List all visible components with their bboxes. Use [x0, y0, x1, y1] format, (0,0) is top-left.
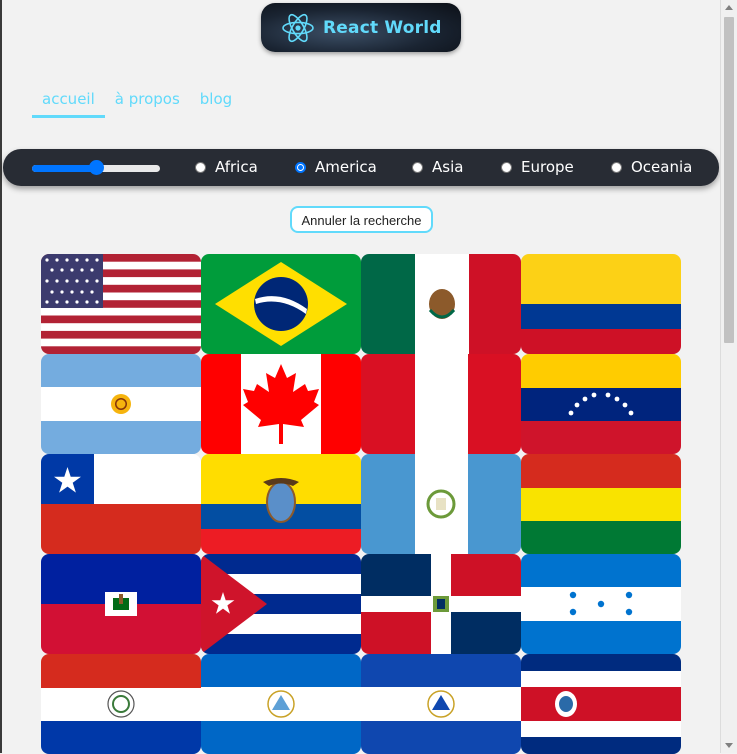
flag-honduras-icon: [521, 554, 681, 654]
flag-chile-icon: [41, 454, 201, 554]
flag-card-guatemala[interactable]: [361, 454, 521, 554]
nav-link-blog[interactable]: blog: [190, 90, 242, 118]
region-label: Asia: [432, 158, 464, 176]
population-slider-thumb[interactable]: [89, 160, 104, 175]
flag-cuba-icon: [201, 554, 361, 654]
flag-card-chile[interactable]: [41, 454, 201, 554]
flag-card-cuba[interactable]: [201, 554, 361, 654]
flag-united-states-icon: [41, 254, 201, 354]
flag-card-mexico[interactable]: [361, 254, 521, 354]
flag-paraguay-icon: [41, 654, 201, 754]
flag-colombia-icon: [521, 254, 681, 354]
flag-el-salvador-icon: [361, 654, 521, 754]
flag-venezuela-icon: [521, 354, 681, 454]
region-option-europe[interactable]: Europe: [501, 158, 574, 176]
region-label: America: [315, 158, 377, 176]
flags-grid: [41, 254, 681, 754]
nav-link-a-propos[interactable]: à propos: [105, 90, 190, 118]
flag-peru-icon: [361, 354, 521, 454]
population-slider-fill: [32, 165, 96, 172]
flag-card-canada[interactable]: [201, 354, 361, 454]
flag-card-haiti[interactable]: [41, 554, 201, 654]
page-scrollbar[interactable]: [720, 0, 737, 753]
logo-text: React World: [323, 17, 442, 38]
flag-card-colombia[interactable]: [521, 254, 681, 354]
flag-card-bolivia[interactable]: [521, 454, 681, 554]
flag-brazil-icon: [201, 254, 361, 354]
flag-nicaragua-icon: [201, 654, 361, 754]
region-radio[interactable]: [295, 161, 306, 173]
cancel-search-button[interactable]: Annuler la recherche: [290, 206, 433, 233]
flag-card-brazil[interactable]: [201, 254, 361, 354]
region-radio[interactable]: [412, 161, 423, 173]
flag-guatemala-icon: [361, 454, 521, 554]
flag-card-paraguay[interactable]: [41, 654, 201, 754]
region-option-asia[interactable]: Asia: [412, 158, 463, 176]
scroll-up-arrow-icon[interactable]: [725, 5, 733, 10]
flag-card-peru[interactable]: [361, 354, 521, 454]
region-radio[interactable]: [611, 161, 622, 173]
flag-card-nicaragua[interactable]: [201, 654, 361, 754]
flag-costa-rica-icon: [521, 654, 681, 754]
flag-card-united-states[interactable]: [41, 254, 201, 354]
flag-card-costa-rica[interactable]: [521, 654, 681, 754]
react-atom-icon: [282, 13, 314, 42]
filter-bar: Africa America Asia Europe Oceania: [3, 149, 719, 186]
flag-mexico-icon: [361, 254, 521, 354]
region-label: Oceania: [631, 158, 693, 176]
flag-argentina-icon: [41, 354, 201, 454]
scroll-thumb[interactable]: [724, 17, 734, 343]
flag-bolivia-icon: [521, 454, 681, 554]
region-radio[interactable]: [501, 161, 512, 173]
flag-dominican-republic-icon: [361, 554, 521, 654]
flag-card-venezuela[interactable]: [521, 354, 681, 454]
scroll-down-arrow-icon[interactable]: [725, 743, 733, 748]
region-radio[interactable]: [195, 161, 206, 173]
flag-card-el-salvador[interactable]: [361, 654, 521, 754]
flag-card-dominican-republic[interactable]: [361, 554, 521, 654]
flag-card-honduras[interactable]: [521, 554, 681, 654]
flag-card-ecuador[interactable]: [201, 454, 361, 554]
flag-canada-icon: [201, 354, 361, 454]
region-option-africa[interactable]: Africa: [195, 158, 258, 176]
flag-ecuador-icon: [201, 454, 361, 554]
flag-card-argentina[interactable]: [41, 354, 201, 454]
region-label: Africa: [215, 158, 258, 176]
main-nav: accueil à propos blog: [32, 90, 242, 118]
region-label: Europe: [521, 158, 574, 176]
logo[interactable]: React World: [261, 3, 461, 52]
region-option-america[interactable]: America: [295, 158, 377, 176]
window-edge: [0, 0, 2, 753]
nav-link-accueil[interactable]: accueil: [32, 90, 105, 118]
flag-haiti-icon: [41, 554, 201, 654]
region-option-oceania[interactable]: Oceania: [611, 158, 692, 176]
